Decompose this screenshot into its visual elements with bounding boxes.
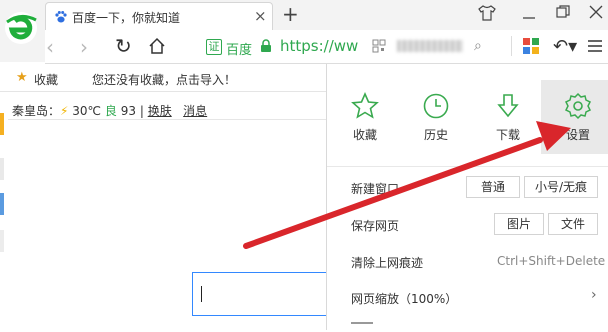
url-text[interactable]: https://ww	[280, 37, 358, 55]
browser-tab[interactable]: 百度一下，你就知道 ×	[45, 2, 273, 30]
download-icon[interactable]	[494, 92, 522, 120]
reload-button[interactable]: ↻	[115, 34, 132, 58]
save-file-button[interactable]: 文件	[548, 213, 598, 235]
air-quality-value: 93	[120, 104, 136, 118]
home-icon[interactable]	[148, 37, 166, 55]
lightning-icon: ⚡	[60, 104, 69, 118]
bookmarks-import-hint[interactable]: 您还没有收藏，点击导入！	[92, 71, 236, 88]
menu-item-downloads[interactable]: 下载	[478, 126, 538, 143]
weather-bar: 秦皇岛：⚡ 30℃ 良 93 | 换肤 消息	[12, 102, 207, 119]
search-input[interactable]	[192, 272, 337, 316]
qr-code-icon[interactable]	[372, 39, 386, 53]
bookmarks-button[interactable]: 收藏	[34, 71, 58, 88]
new-private-window-button[interactable]: 小号/无痕	[524, 176, 598, 198]
side-dock-item[interactable]	[0, 113, 4, 135]
search-icon[interactable]: ⌕	[474, 38, 482, 54]
back-button[interactable]: ‹	[46, 35, 54, 59]
menu-item-settings[interactable]: 设置	[548, 126, 608, 143]
menu-item-history[interactable]: 历史	[406, 126, 466, 143]
restore-icon[interactable]	[556, 5, 570, 19]
page-divider	[8, 119, 328, 120]
messages-link[interactable]: 消息	[183, 104, 207, 118]
menu-next-item-partial	[351, 322, 373, 332]
text-caret	[201, 286, 202, 302]
save-image-button[interactable]: 图片	[494, 213, 544, 235]
divider: |	[139, 104, 144, 118]
clock-icon[interactable]	[422, 92, 450, 120]
weather-city: 秦皇岛：	[12, 104, 61, 118]
lock-icon	[261, 39, 271, 52]
browser-logo-icon	[5, 12, 37, 44]
toolbar-divider	[511, 36, 512, 56]
gear-icon[interactable]	[564, 92, 592, 120]
new-window-label: 新建窗口	[351, 182, 400, 196]
menu-divider	[327, 166, 608, 167]
star-icon[interactable]	[351, 92, 379, 120]
search-suggestion-blurred	[397, 40, 463, 52]
baidu-paw-icon	[55, 11, 67, 23]
close-window-icon[interactable]	[589, 5, 603, 19]
side-dock-item[interactable]	[0, 158, 4, 180]
new-tab-button[interactable]: +	[282, 2, 299, 26]
side-dock-item[interactable]	[0, 230, 4, 252]
chevron-right-icon: ›	[591, 287, 597, 303]
change-skin-link[interactable]: 换肤	[148, 104, 172, 118]
star-icon[interactable]: ★	[16, 70, 28, 85]
tshirt-icon[interactable]	[478, 5, 496, 21]
hamburger-menu-icon[interactable]	[587, 38, 603, 54]
forward-button[interactable]: ›	[80, 35, 88, 59]
tab-close-icon[interactable]: ×	[254, 7, 267, 25]
new-normal-window-button[interactable]: 普通	[466, 176, 520, 198]
side-dock-item[interactable]	[0, 193, 4, 215]
tab-title: 百度一下，你就知道	[72, 11, 181, 25]
minimize-icon[interactable]	[522, 6, 536, 20]
certificate-icon[interactable]: 证	[206, 39, 222, 55]
save-page-label: 保存网页	[351, 219, 400, 233]
clear-traces-item[interactable]: 清除上网痕迹	[351, 254, 423, 271]
apps-grid-icon[interactable]	[523, 38, 539, 54]
zoom-item[interactable]: 网页缩放（100%）	[351, 290, 457, 307]
menu-item-bookmarks[interactable]: 收藏	[335, 126, 395, 143]
clear-traces-shortcut: Ctrl+Shift+Delete	[497, 254, 606, 268]
weather-temp: 30℃	[72, 104, 102, 118]
undo-dropdown-button[interactable]: ↶▾	[553, 36, 577, 57]
security-label[interactable]: 百度	[226, 39, 252, 58]
air-quality-label: 良	[104, 104, 117, 118]
